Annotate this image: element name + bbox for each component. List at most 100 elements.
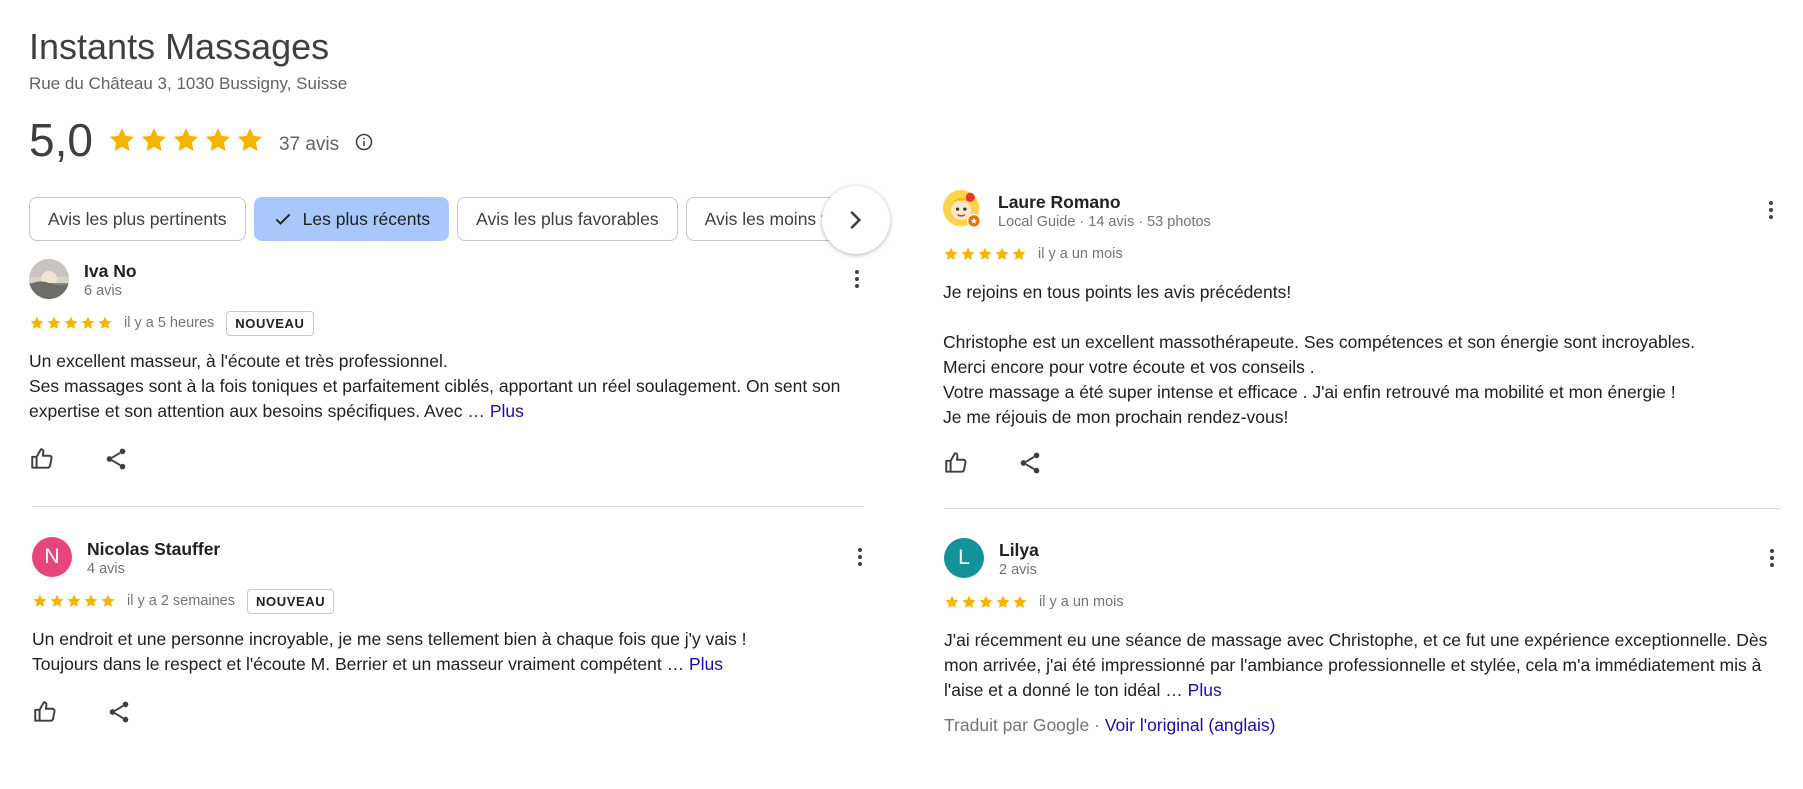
overall-rating: 5,0 37 avis: [29, 112, 373, 168]
business-header: Instants Massages Rue du Château 3, 1030…: [29, 26, 347, 94]
star-icon: [100, 593, 116, 609]
chevron-right-icon: [850, 210, 862, 230]
star-icon: [1011, 246, 1027, 262]
review-text: Je rejoins en tous points les avis précé…: [943, 280, 1783, 430]
review-stars: [32, 593, 117, 609]
star-icon: [995, 594, 1011, 610]
thumb-up-icon: [943, 450, 969, 476]
more-link[interactable]: Plus: [490, 401, 524, 421]
reviewer-name[interactable]: Iva No: [84, 261, 137, 282]
review-card: N Nicolas Stauffer 4 avis il y a 2 semai…: [32, 537, 872, 725]
more-options-button[interactable]: [845, 267, 869, 291]
chips-scroll-right-button[interactable]: [822, 186, 890, 254]
review-stars: [943, 246, 1028, 262]
star-icon: [977, 246, 993, 262]
reviewer-name[interactable]: Laure Romano: [998, 192, 1121, 213]
avatar-letter: L: [958, 546, 970, 569]
more-options-button[interactable]: [1759, 198, 1783, 222]
reviewer-name[interactable]: Nicolas Stauffer: [87, 539, 220, 560]
chip-most-recent[interactable]: Les plus récents: [253, 197, 450, 241]
review-date: il y a 2 semaines: [127, 593, 235, 609]
translation-note: Traduit par Google · Voir l'original (an…: [944, 715, 1784, 736]
review-card: Laure Romano Local Guide · 14 avis · 53 …: [943, 190, 1783, 476]
more-vert-icon: [845, 267, 869, 291]
new-badge: NOUVEAU: [226, 310, 314, 336]
review-text-line: Ses massages sont à la fois toniques et …: [29, 376, 841, 421]
review-text-line: Votre massage a été super intense et eff…: [943, 382, 1676, 402]
rating-value: 5,0: [29, 114, 93, 166]
review-text-line: Toujours dans le respect et l'écoute M. …: [32, 654, 685, 674]
review-card: L Lilya 2 avis il y a un mois J'ai récem…: [944, 538, 1784, 736]
reviewer-avatar[interactable]: N: [32, 537, 72, 577]
business-name: Instants Massages: [29, 26, 330, 67]
review-count: 37 avis: [278, 134, 340, 155]
star-icon: [943, 246, 959, 262]
more-link[interactable]: Plus: [1188, 680, 1222, 700]
review-text: Un excellent masseur, à l'écoute et très…: [29, 349, 869, 424]
avatar-letter: N: [44, 545, 60, 568]
thumb-up-icon: [29, 446, 55, 472]
chip-most-favorable[interactable]: Avis les plus favorables: [457, 197, 678, 241]
view-original-link[interactable]: Voir l'original (anglais): [1105, 715, 1276, 735]
sunset-photo-avatar-icon: [29, 259, 69, 299]
review-date: il y a 5 heures: [124, 315, 215, 331]
more-options-button[interactable]: [848, 545, 872, 569]
review-text-line: Christophe est un excellent massothérape…: [943, 332, 1695, 352]
review-text-line: Un endroit et une personne incroyable, j…: [32, 629, 747, 649]
like-button[interactable]: [32, 699, 58, 725]
chip-most-relevant[interactable]: Avis les plus pertinents: [29, 197, 246, 241]
star-icon: [63, 315, 79, 331]
more-options-button[interactable]: [1760, 546, 1784, 570]
review-text-line: Je rejoins en tous points les avis précé…: [943, 282, 1292, 302]
review-text-line: J'ai récemment eu une séance de massage …: [944, 630, 1768, 700]
like-button[interactable]: [943, 450, 969, 476]
star-icon: [1012, 594, 1028, 610]
new-badge: NOUVEAU: [247, 588, 335, 614]
share-icon: [1017, 450, 1043, 476]
divider: [32, 506, 864, 507]
reviewer-avatar[interactable]: L: [944, 538, 984, 578]
star-icon: [171, 125, 201, 155]
star-icon: [944, 594, 960, 610]
info-icon[interactable]: [355, 133, 373, 151]
review-card: Iva No 6 avis il y a 5 heures NOUVEAU Un…: [29, 259, 869, 472]
share-icon: [103, 446, 129, 472]
reviewer-avatar[interactable]: [29, 259, 69, 299]
chip-label: Les plus récents: [302, 208, 431, 229]
star-icon: [978, 594, 994, 610]
rating-stars: [107, 125, 267, 155]
review-text-line: Un excellent masseur, à l'écoute et très…: [29, 351, 448, 371]
star-icon: [80, 315, 96, 331]
more-link[interactable]: Plus: [689, 654, 723, 674]
more-vert-icon: [1760, 546, 1784, 570]
review-text-line: Je me réjouis de mon prochain rendez-vou…: [943, 407, 1289, 427]
cartoon-avatar-icon: [943, 190, 981, 228]
star-icon: [46, 315, 62, 331]
review-text-line: Merci encore pour votre écoute et vos co…: [943, 357, 1315, 377]
reviewer-avatar[interactable]: [943, 190, 983, 230]
review-text: Un endroit et une personne incroyable, j…: [32, 627, 872, 677]
business-address: Rue du Château 3, 1030 Bussigny, Suisse: [29, 74, 348, 93]
star-icon: [994, 246, 1010, 262]
reviewer-meta: 2 avis: [999, 562, 1037, 578]
star-icon: [83, 593, 99, 609]
sort-chips: Avis les plus pertinents Les plus récent…: [29, 197, 869, 243]
star-icon: [139, 125, 169, 155]
reviewer-name[interactable]: Lilya: [999, 540, 1039, 561]
reviewer-meta: 4 avis: [87, 561, 125, 577]
divider: [945, 508, 1780, 509]
more-vert-icon: [848, 545, 872, 569]
thumb-up-icon: [32, 699, 58, 725]
star-icon: [97, 315, 113, 331]
check-icon: [275, 213, 290, 225]
review-date: il y a un mois: [1038, 246, 1123, 262]
share-button[interactable]: [103, 446, 129, 472]
like-button[interactable]: [29, 446, 55, 472]
review-date: il y a un mois: [1039, 594, 1124, 610]
star-icon: [960, 246, 976, 262]
more-vert-icon: [1759, 198, 1783, 222]
reviewer-meta: Local Guide · 14 avis · 53 photos: [998, 214, 1211, 230]
share-button[interactable]: [106, 699, 132, 725]
review-stars: [944, 594, 1029, 610]
share-button[interactable]: [1017, 450, 1043, 476]
